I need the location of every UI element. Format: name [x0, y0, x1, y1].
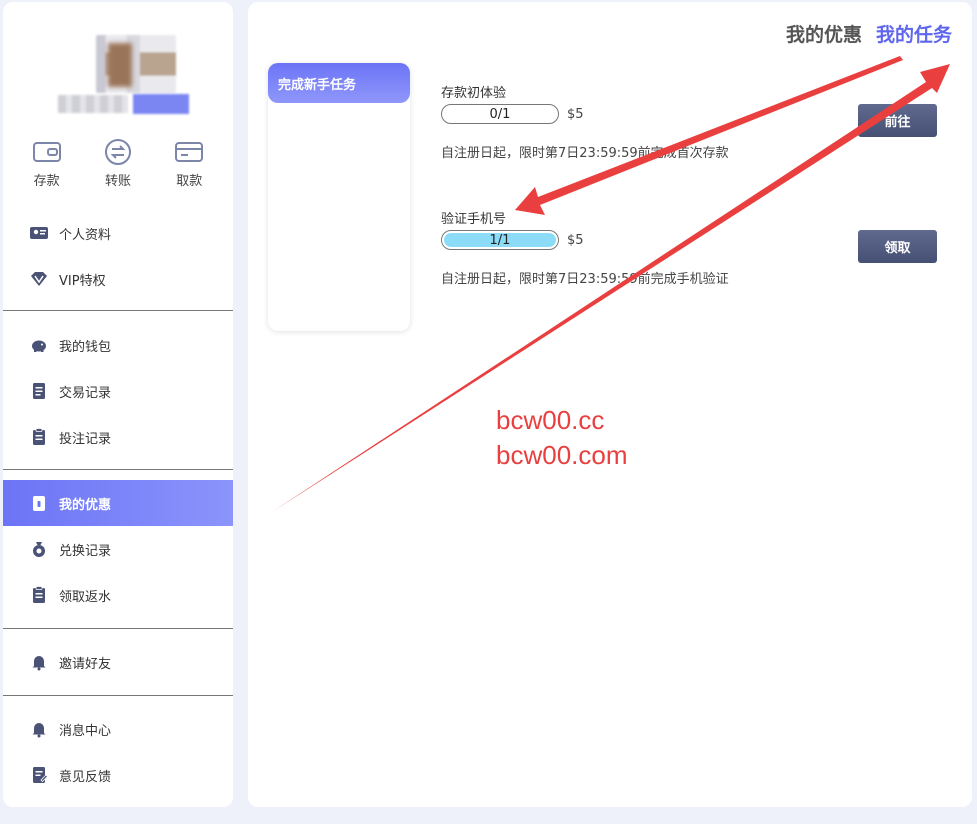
- tab-my-promotions[interactable]: 我的优惠: [786, 20, 862, 47]
- tab-bar: 我的优惠 我的任务: [786, 20, 952, 47]
- watermark-line: bcw00.com: [496, 440, 628, 470]
- task-title: 存款初体验: [441, 86, 507, 101]
- quick-actions: 存款 转账 取款: [3, 138, 233, 194]
- sidebar-item-label: 领取返水: [59, 589, 112, 605]
- bell-icon: [32, 656, 46, 671]
- sidebar-item-my-promotions[interactable]: 我的优惠: [3, 480, 233, 526]
- menu-group-wallet: 我的钱包 交易记录 投注记录: [3, 322, 233, 460]
- sidebar-item-label: 投注记录: [59, 431, 112, 447]
- menu-group-messages: 消息中心 意见反馈: [3, 706, 233, 798]
- progress-text: 0/1: [489, 106, 511, 122]
- menu-divider: [3, 695, 233, 696]
- menu-divider: [3, 628, 233, 629]
- piggy-bank-icon: [32, 340, 46, 352]
- watermark-line: bcw00.cc: [496, 405, 605, 435]
- diamond-icon: [31, 272, 47, 286]
- feedback-icon: [33, 767, 49, 783]
- avatar[interactable]: [96, 35, 176, 93]
- menu-group-promotions: 我的优惠 兑换记录 领取返水: [3, 480, 233, 618]
- claim-button[interactable]: 领取: [858, 230, 937, 263]
- sidebar-item-label: 我的优惠: [59, 497, 112, 513]
- clipboard-icon: [33, 428, 45, 445]
- menu-divider: [3, 469, 233, 470]
- progress-text: 1/1: [489, 232, 511, 248]
- sidebar: 存款 转账 取款 个人资料 VIP特权 我的钱包 交易记录 投注记录 我的优惠 …: [3, 2, 233, 807]
- sidebar-item-label: 意见反馈: [59, 769, 112, 785]
- gift-icon: [33, 496, 45, 511]
- deposit-button[interactable]: 存款: [17, 138, 77, 194]
- sidebar-item-label: 交易记录: [59, 385, 112, 401]
- sidebar-item-messages[interactable]: 消息中心: [3, 706, 233, 752]
- task-category-card: 完成新手任务: [268, 63, 410, 331]
- sidebar-item-label: 个人资料: [59, 227, 112, 243]
- withdraw-label: 取款: [176, 174, 203, 189]
- username-blurred: [58, 95, 128, 113]
- menu-divider: [3, 310, 233, 311]
- go-button[interactable]: 前往: [858, 104, 937, 137]
- clipboard-icon: [33, 586, 45, 603]
- transfer-icon: [104, 139, 131, 165]
- sidebar-item-label: 兑换记录: [59, 543, 112, 559]
- sidebar-item-bets[interactable]: 投注记录: [3, 414, 233, 460]
- money-bag-icon: [33, 542, 45, 557]
- watermark: bcw00.cc bcw00.com: [496, 403, 628, 473]
- task-progress-bar: 1/1: [441, 230, 559, 250]
- main-panel: 我的优惠 我的任务 完成新手任务 存款初体验 0/1 $5 自注册日起，限时第7…: [248, 2, 972, 807]
- tab-my-tasks[interactable]: 我的任务: [876, 20, 952, 47]
- wallet-icon: [32, 142, 61, 162]
- menu-group-invite: 邀请好友: [3, 639, 233, 685]
- sidebar-item-label: 我的钱包: [59, 339, 112, 355]
- task-reward: $5: [567, 106, 584, 122]
- document-icon: [33, 383, 45, 399]
- sidebar-item-redeem-history[interactable]: 兑换记录: [3, 526, 233, 572]
- sidebar-item-rebate[interactable]: 领取返水: [3, 572, 233, 618]
- withdraw-button[interactable]: 取款: [159, 138, 219, 194]
- sidebar-item-profile[interactable]: 个人资料: [3, 210, 233, 256]
- task-category-newbie[interactable]: 完成新手任务: [268, 63, 410, 103]
- sidebar-item-label: VIP特权: [59, 273, 106, 289]
- transfer-button[interactable]: 转账: [88, 138, 148, 194]
- sidebar-item-label: 消息中心: [59, 723, 112, 739]
- task-description: 自注册日起，限时第7日23:59:59前完成手机验证: [441, 272, 729, 287]
- task-progress-bar: 0/1: [441, 104, 559, 124]
- menu-group-profile: 个人资料 VIP特权: [3, 210, 233, 302]
- sidebar-item-invite-friends[interactable]: 邀请好友: [3, 639, 233, 685]
- task-reward: $5: [567, 232, 584, 248]
- deposit-label: 存款: [33, 174, 60, 189]
- sidebar-item-feedback[interactable]: 意见反馈: [3, 752, 233, 798]
- transfer-label: 转账: [104, 174, 131, 189]
- sidebar-item-transactions[interactable]: 交易记录: [3, 368, 233, 414]
- sidebar-item-wallet[interactable]: 我的钱包: [3, 322, 233, 368]
- avatar-image: [108, 43, 132, 87]
- sidebar-item-vip[interactable]: VIP特权: [3, 256, 233, 302]
- bell-icon: [32, 723, 46, 738]
- id-card-icon: [30, 227, 48, 239]
- sidebar-item-label: 邀请好友: [59, 656, 112, 672]
- card-icon: [175, 142, 204, 162]
- vip-level-badge: [133, 94, 189, 114]
- task-title: 验证手机号: [441, 212, 507, 227]
- task-description: 自注册日起，限时第7日23:59:59前完成首次存款: [441, 146, 729, 161]
